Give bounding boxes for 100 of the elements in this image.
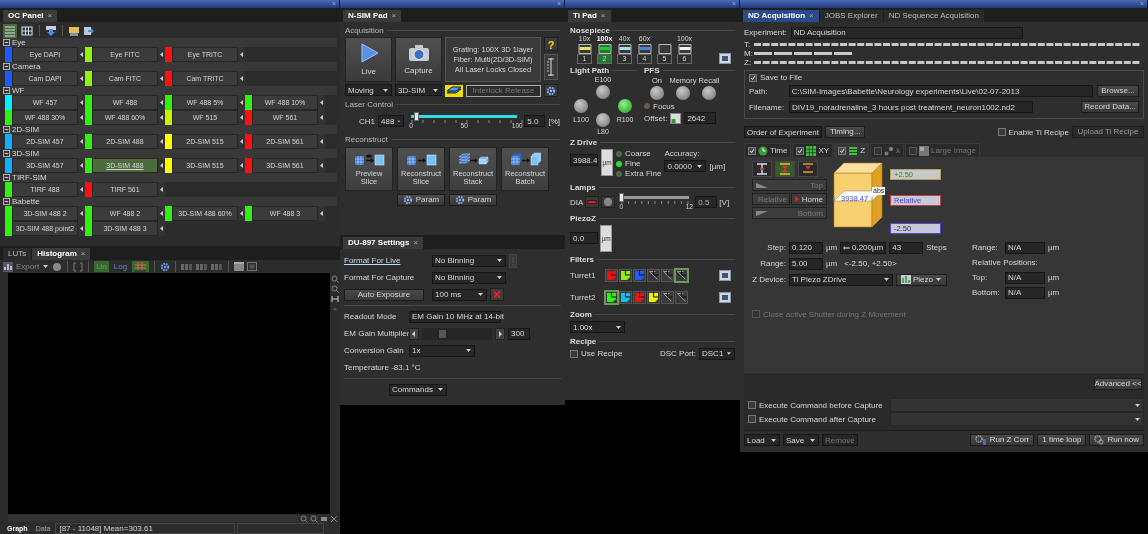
tab[interactable]: OC Panel × <box>3 10 58 22</box>
timing-button[interactable]: Timing... <box>825 126 866 138</box>
caret-left-icon[interactable] <box>158 71 165 86</box>
fit-icon[interactable] <box>331 295 339 303</box>
slider-thumb[interactable] <box>619 193 625 202</box>
caret-left-icon[interactable] <box>318 206 325 221</box>
checkbox[interactable] <box>838 146 847 155</box>
checkbox[interactable] <box>570 349 578 358</box>
top-readout[interactable]: N/A <box>1005 271 1045 284</box>
capture-mode-dropdown[interactable]: 3D-SIM <box>395 84 442 96</box>
slider-icon[interactable] <box>544 54 558 80</box>
order-dropdown[interactable]: Order of Experiment <box>744 126 822 138</box>
channel-icon[interactable] <box>211 262 224 271</box>
caret-left-icon[interactable] <box>158 95 165 110</box>
grid-icon[interactable] <box>132 261 150 272</box>
collapse-icon[interactable] <box>3 150 10 157</box>
channel-icon[interactable] <box>196 262 209 271</box>
range-offset-icon[interactable] <box>798 161 818 177</box>
objective-icon[interactable] <box>676 44 693 54</box>
caret-left-icon[interactable] <box>158 221 165 236</box>
tab[interactable]: LUTs <box>3 248 32 260</box>
expand-icon[interactable] <box>330 514 338 523</box>
range-center-icon[interactable] <box>775 161 795 177</box>
caret-left-icon[interactable] <box>78 182 85 197</box>
collapse-icon[interactable] <box>3 63 10 70</box>
param-button[interactable]: Param <box>397 194 445 206</box>
z-position-field[interactable]: 3988.4 <box>570 154 598 166</box>
close-icon[interactable]: × <box>80 249 86 258</box>
caret-left-icon[interactable] <box>158 134 165 149</box>
experiment-field[interactable]: ND Acquisition <box>790 26 1023 39</box>
zoom-out-icon[interactable] <box>310 514 318 523</box>
square-icon[interactable] <box>247 262 258 271</box>
run-z-corr-button[interactable]: Run Z Corr <box>969 434 1035 446</box>
filter-cube-icon[interactable] <box>647 290 660 304</box>
layers-icon[interactable] <box>445 84 463 97</box>
tab[interactable]: ND Sequence Acquisition <box>883 10 984 22</box>
offset-icon[interactable] <box>670 112 682 124</box>
export-dropdown[interactable]: Export <box>3 261 50 272</box>
radio-button[interactable] <box>616 170 622 177</box>
objective-icon[interactable] <box>616 44 633 54</box>
checkbox[interactable] <box>749 73 757 82</box>
close-icon[interactable]: × <box>391 11 397 20</box>
slider-track[interactable] <box>621 196 690 199</box>
tab[interactable]: Ti Pad × <box>568 10 611 22</box>
caret-left-icon[interactable] <box>238 95 245 110</box>
zoom-out-icon[interactable] <box>331 285 339 293</box>
gear-icon[interactable] <box>160 261 171 272</box>
filter-cube-icon[interactable] <box>605 290 618 304</box>
wavelength-dropdown[interactable]: 488 <box>378 115 404 127</box>
move-button[interactable]: Home <box>791 193 827 205</box>
objective-icon[interactable] <box>636 44 653 54</box>
offset-field[interactable]: 2642 <box>684 112 717 124</box>
dimension-tab[interactable]: Time <box>744 143 792 157</box>
slider-thumb[interactable] <box>437 328 447 339</box>
list-view-icon[interactable] <box>3 23 17 38</box>
radio-button[interactable] <box>616 150 622 157</box>
z-device-dropdown[interactable]: Ti Piezo ZDrive <box>789 273 893 286</box>
window-icon[interactable] <box>719 269 731 281</box>
filename-field[interactable]: DIV19_noradrenaline_3 hours post treatment_neuron1002.nd2 <box>789 101 1033 113</box>
format-link[interactable]: Format For Live <box>344 256 429 265</box>
export-icon[interactable] <box>83 24 95 37</box>
commands-button[interactable]: Commands <box>389 383 447 396</box>
collapse-icon[interactable] <box>3 174 10 181</box>
light-path-button[interactable] <box>574 98 588 113</box>
caret-left-icon[interactable] <box>78 71 85 86</box>
radio-button[interactable] <box>616 160 622 167</box>
binning-dropdown[interactable]: No Binning <box>432 254 506 267</box>
tab[interactable]: ND Acquisition × <box>743 10 819 22</box>
channel-icon[interactable] <box>181 262 194 271</box>
caret-left-icon[interactable] <box>78 206 85 221</box>
range-readout[interactable]: N/A <box>1005 241 1045 254</box>
conversion-dropdown[interactable]: 1x <box>409 344 475 357</box>
window-icon[interactable] <box>719 53 731 64</box>
capture-button[interactable]: Capture <box>395 37 442 82</box>
caret-left-icon[interactable] <box>318 110 325 125</box>
caret-left-icon[interactable] <box>158 158 165 173</box>
slider-track[interactable] <box>422 327 492 340</box>
fit-icon[interactable] <box>320 514 328 523</box>
close-icon[interactable]: × <box>413 238 419 247</box>
filter-cube-icon[interactable] <box>647 268 660 282</box>
step-size-field[interactable]: 0.200µm <box>840 241 887 254</box>
bottom-readout[interactable]: N/A <box>1005 286 1045 299</box>
caret-left-icon[interactable] <box>78 158 85 173</box>
browse-button[interactable]: Browse... <box>1097 85 1139 97</box>
filter-cube-icon[interactable] <box>619 268 632 282</box>
grid-view-icon[interactable] <box>20 23 34 38</box>
dimension-tab[interactable]: XY <box>792 143 834 157</box>
auto-exposure-button[interactable]: Auto Exposure <box>344 288 424 301</box>
slider-track[interactable] <box>411 115 518 118</box>
caret-left-icon[interactable] <box>318 134 325 149</box>
caret-left-icon[interactable] <box>158 206 165 221</box>
steps-field[interactable]: 43 <box>889 241 924 254</box>
advanced-button[interactable]: Advanced << <box>1094 378 1142 390</box>
caret-left-icon[interactable] <box>238 206 245 221</box>
piezo-field[interactable]: 0.0 <box>570 232 598 244</box>
value-field[interactable]: 5.0 <box>524 115 546 127</box>
pfs-button[interactable] <box>650 86 664 100</box>
light-path-button[interactable] <box>618 98 632 113</box>
cross-icon[interactable] <box>490 288 504 301</box>
caret-left-icon[interactable] <box>158 110 165 125</box>
